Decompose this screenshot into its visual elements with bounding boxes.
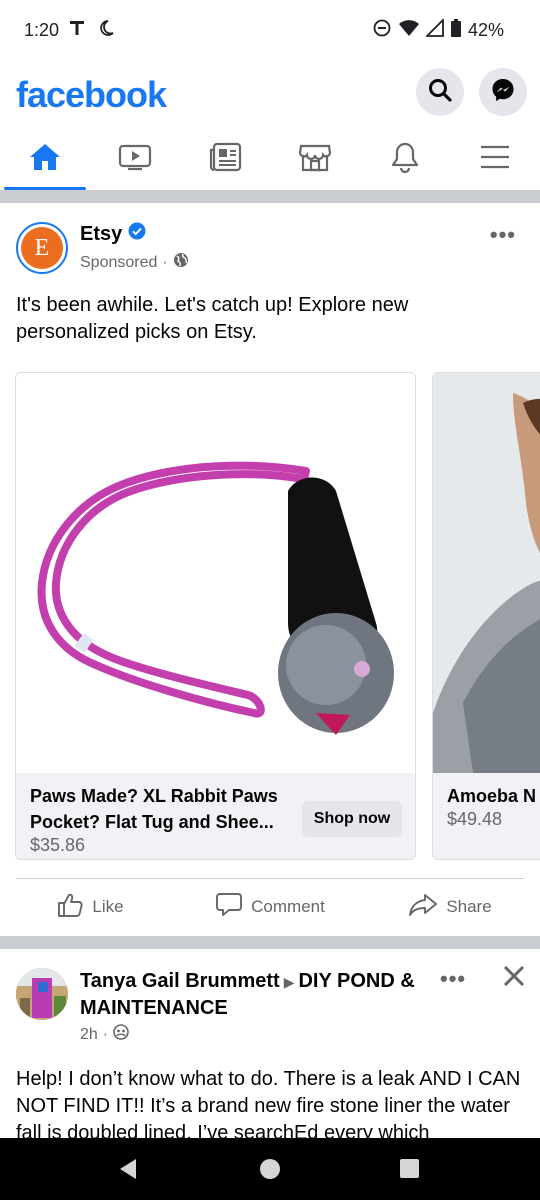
status-bar: 1:20 42% (0, 0, 540, 60)
hamburger-menu-icon (480, 144, 510, 175)
battery-icon (450, 18, 462, 43)
shop-now-button[interactable]: Shop now (302, 801, 402, 837)
t-mobile-icon (68, 19, 86, 42)
watch-icon (118, 143, 152, 176)
hide-post-button[interactable] (500, 964, 528, 992)
status-time: 1:20 (24, 20, 60, 40)
avatar[interactable] (16, 968, 68, 1020)
group-members-icon (113, 1024, 129, 1045)
back-icon[interactable] (118, 1158, 138, 1185)
post-actions: Like Comment Share (0, 880, 540, 934)
like-button[interactable]: Like (0, 880, 180, 934)
carousel-card[interactable]: Amoeba N $49.48 (432, 372, 540, 860)
product-image[interactable] (433, 373, 540, 773)
sponsored-label: Sponsored · (80, 252, 189, 273)
verified-badge-icon (128, 222, 146, 246)
thumbs-up-icon (56, 892, 84, 923)
more-options-button[interactable]: ••• (490, 222, 516, 248)
tab-marketplace[interactable] (270, 128, 360, 190)
post-author[interactable]: Tanya Gail Brummett ▶ DIY POND & MAINTENAN… (80, 968, 440, 1021)
tab-bar (0, 128, 540, 190)
app-header: facebook (0, 60, 540, 124)
news-icon (208, 142, 242, 177)
messenger-icon (490, 77, 516, 108)
post-text: Help! I don’t know what to do. There is … (16, 1068, 521, 1138)
share-icon (408, 892, 438, 923)
more-options-button[interactable]: ••• (440, 966, 466, 992)
carousel-card[interactable]: Paws Made? XL Rabbit Paws Pocket? Flat T… (15, 372, 416, 860)
battery-percent: 42% (467, 20, 504, 40)
tab-watch[interactable] (90, 128, 180, 190)
do-not-disturb-icon (96, 18, 116, 43)
feed-divider (0, 936, 540, 949)
search-icon (427, 77, 453, 108)
share-button[interactable]: Share (360, 880, 540, 934)
tab-menu[interactable] (450, 128, 540, 190)
close-icon (503, 965, 525, 992)
tab-home[interactable] (0, 128, 90, 190)
system-nav-bar (0, 1138, 540, 1200)
product-price: $35.86 (30, 835, 86, 855)
wifi-icon (398, 18, 420, 43)
comment-icon (215, 892, 243, 923)
product-title[interactable]: Paws Made? XL Rabbit Paws Pocket? Flat T… (30, 783, 292, 835)
bell-icon (390, 141, 420, 178)
post-text: It's been awhile. Let's catch up! Explor… (16, 294, 409, 343)
feed-divider (0, 190, 540, 203)
home-icon (28, 142, 62, 177)
dnd-minus-icon (372, 18, 392, 43)
recent-apps-icon[interactable] (400, 1159, 419, 1178)
divider (16, 878, 524, 879)
avatar[interactable]: E (16, 222, 68, 274)
caret-right-icon: ▶ (283, 974, 295, 990)
search-button[interactable] (416, 68, 464, 116)
comment-button[interactable]: Comment (180, 880, 360, 934)
page-name[interactable]: Etsy (80, 222, 146, 246)
globe-icon (173, 252, 189, 273)
facebook-logo[interactable]: facebook (16, 74, 167, 116)
marketplace-icon (298, 142, 332, 177)
product-title[interactable]: Amoeba N (447, 783, 540, 809)
messenger-button[interactable] (479, 68, 527, 116)
tab-notifications[interactable] (360, 128, 450, 190)
product-price: $49.48 (447, 809, 503, 829)
signal-icon (424, 17, 444, 42)
home-button-icon[interactable] (260, 1159, 280, 1179)
post-timestamp: 2h · (80, 1024, 129, 1045)
tab-news[interactable] (180, 128, 270, 190)
etsy-logo: E (21, 227, 63, 269)
product-image[interactable] (16, 373, 415, 773)
post-header: E Etsy Sponsored · ••• (0, 204, 540, 284)
